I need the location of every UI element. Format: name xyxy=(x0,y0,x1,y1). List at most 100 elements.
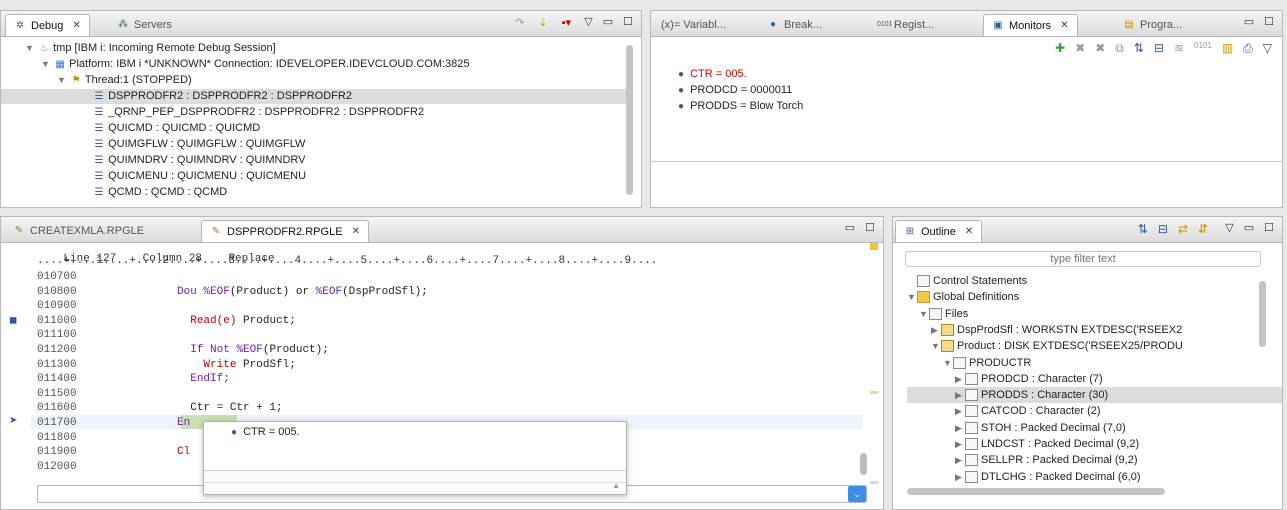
outline-item[interactable]: ▶ LNDCST : Packed Decimal (9,2) xyxy=(955,436,1139,452)
outline-item[interactable]: ▶ DspProdSfl : WORKSTN EXTDESC('RSEEX2 xyxy=(931,322,1182,338)
sort-icon[interactable]: ⇅ xyxy=(1138,222,1148,236)
binary-icon[interactable]: 0101 xyxy=(1194,41,1212,56)
close-icon[interactable]: ✕ xyxy=(352,226,360,237)
tab-breakpoints[interactable]: ● Break... xyxy=(759,14,830,36)
scroll-up-icon[interactable]: ▲ xyxy=(612,481,620,490)
stack-frame[interactable]: ☰ QUIMGFLW : QUIMGFLW : QUIMGFLW xyxy=(93,137,306,152)
tab-servers[interactable]: ⁂ Servers xyxy=(109,14,180,36)
code-line[interactable]: Ctr = Ctr + 1; xyxy=(111,402,282,414)
expand-arrow-icon[interactable]: ▼ xyxy=(907,289,917,305)
step-over-icon[interactable]: ↷ xyxy=(515,16,524,29)
expand-arrow-icon[interactable]: ▼ xyxy=(943,355,953,371)
code-line[interactable]: Dou %EOF(Product) or %EOF(DspProdSfl); xyxy=(111,286,428,298)
outline-item[interactable]: ▶ SELLPR : Packed Decimal (9,2) xyxy=(955,452,1138,468)
outline-vertical-scrollbar[interactable] xyxy=(1259,281,1266,347)
close-icon[interactable]: ✕ xyxy=(1060,20,1068,31)
maximize-icon[interactable]: ☐ xyxy=(623,15,633,28)
debug-scrollbar[interactable] xyxy=(626,45,633,195)
stack-frame[interactable]: ☰ QUIMNDRV : QUIMNDRV : QUIMNDRV xyxy=(93,153,306,168)
outline-item[interactable]: ▶ CATCOD : Character (2) xyxy=(955,403,1101,419)
outline-filter-input[interactable] xyxy=(905,251,1261,267)
maximize-icon[interactable]: ☐ xyxy=(1264,221,1274,234)
hover-popup-item[interactable]: ● CTR = 005. xyxy=(228,426,300,439)
view-menu-icon[interactable]: ▽ xyxy=(584,15,592,28)
code-line[interactable]: Write ProdSfl; xyxy=(111,359,295,371)
view-menu-icon[interactable]: ▽ xyxy=(1225,221,1233,234)
command-dropdown-button[interactable]: ⌄ xyxy=(848,486,866,502)
tab-variables[interactable]: (x)= Variabl... xyxy=(653,14,734,36)
code-line[interactable]: En xyxy=(111,417,190,429)
outline-item-selected[interactable]: ▶ PRODDS : Character (30) xyxy=(907,387,1282,404)
tab-debug[interactable]: ✲ Debug ✕ xyxy=(5,14,90,36)
stack-frame[interactable]: ☰ QCMD : QCMD : QCMD xyxy=(93,185,228,200)
terminate-icon[interactable]: ▪▾ xyxy=(562,16,571,29)
minimize-icon[interactable]: ▭ xyxy=(845,221,855,234)
minimize-icon[interactable]: ▭ xyxy=(1244,15,1254,28)
minimize-icon[interactable]: ▭ xyxy=(603,15,613,28)
tab-outline[interactable]: ⊞ Outline ✕ xyxy=(895,220,983,242)
sort-icon[interactable]: ⇅ xyxy=(1134,41,1144,56)
outline-item[interactable]: Control Statements xyxy=(907,273,1027,289)
monitor-item-prodds[interactable]: ● PRODDS = Blow Torch xyxy=(675,99,803,114)
expand-arrow-icon[interactable]: ▼ xyxy=(41,57,51,72)
expand-arrow-icon[interactable]: ▶ xyxy=(955,420,965,436)
copy-icon[interactable]: ⧉ xyxy=(1115,41,1124,56)
expand-arrow-icon[interactable]: ▼ xyxy=(931,338,941,354)
view-menu-icon[interactable]: ▽ xyxy=(1263,41,1272,56)
outline-item[interactable]: ▶ STOH : Packed Decimal (7,0) xyxy=(955,420,1126,436)
tab-programs[interactable]: ▤ Progra... xyxy=(1115,14,1190,36)
popup-scrollbar[interactable]: ▲ xyxy=(204,481,626,492)
tab-createxmla[interactable]: ✎ CREATEXMLA.RPGLE xyxy=(5,220,152,242)
expand-arrow-icon[interactable]: ▶ xyxy=(955,469,965,485)
add-monitor-icon[interactable]: ✚ xyxy=(1055,41,1065,56)
tree-item-platform[interactable]: ▼ ▦ Platform: IBM i *UNKNOWN* Connection… xyxy=(41,57,470,72)
maximize-icon[interactable]: ☐ xyxy=(865,221,875,234)
layout-icon[interactable]: ▥ xyxy=(1222,41,1233,56)
expand-arrow-icon[interactable]: ▼ xyxy=(57,73,67,88)
close-icon[interactable]: ✕ xyxy=(965,226,973,237)
minimize-icon[interactable]: ▭ xyxy=(1244,221,1254,234)
code-line[interactable]: Cl xyxy=(111,446,190,458)
print-icon[interactable]: ⎙ xyxy=(1243,41,1253,56)
outline-item[interactable]: ▼ Files xyxy=(919,306,968,322)
expand-arrow-icon[interactable]: ▶ xyxy=(955,387,965,403)
filter-icon[interactable]: ⇵ xyxy=(1198,222,1208,236)
stack-frame-selected[interactable]: ☰ DSPPRODFR2 : DSPPRODFR2 : DSPPRODFR2 xyxy=(1,89,629,104)
expand-arrow-icon[interactable]: ▶ xyxy=(955,403,965,419)
monitor-item-prodcd[interactable]: ● PRODCD = 0000011 xyxy=(675,83,792,98)
outline-item[interactable]: ▼ Global Definitions xyxy=(907,289,1019,305)
outline-item[interactable]: ▼ Product : DISK EXTDESC('RSEEX25/PRODU xyxy=(931,338,1183,354)
expand-arrow-icon[interactable]: ▼ xyxy=(25,41,35,56)
maximize-icon[interactable]: ☐ xyxy=(1264,15,1274,28)
monitor-item-ctr[interactable]: ● CTR = 005. xyxy=(675,67,747,82)
collapse-all-icon[interactable]: ⊟ xyxy=(1158,222,1168,236)
stack-frame[interactable]: ☰ QUICMD : QUICMD : QUICMD xyxy=(93,121,261,136)
collapse-icon[interactable]: ⊟ xyxy=(1154,41,1164,56)
expand-arrow-icon[interactable]: ▶ xyxy=(955,436,965,452)
link-editor-icon[interactable]: ⇄ xyxy=(1178,222,1188,236)
expand-arrow-icon[interactable]: ▼ xyxy=(919,306,929,322)
code-line[interactable]: EndIf; xyxy=(111,373,230,385)
editor-scrollbar[interactable] xyxy=(860,453,867,475)
outline-item[interactable]: ▶ DTLCHG : Packed Decimal (6,0) xyxy=(955,469,1141,485)
outline-horizontal-scrollbar[interactable] xyxy=(907,488,1165,495)
close-icon[interactable]: ✕ xyxy=(72,20,80,31)
code-line[interactable]: If Not %EOF(Product); xyxy=(111,344,329,356)
tree-item-session[interactable]: ▼ ♨ tmp [IBM i: Incoming Remote Debug Se… xyxy=(25,41,276,56)
stack-frame[interactable]: ☰ QUICMENU : QUICMENU : QUICMENU xyxy=(93,169,307,184)
remove-all-icon[interactable]: ✖ xyxy=(1095,41,1105,56)
tab-monitors[interactable]: ▣ Monitors ✕ xyxy=(983,14,1078,36)
tree-item-thread[interactable]: ▼ ⚑ Thread:1 (STOPPED) xyxy=(57,73,192,88)
code-line[interactable]: Read(e) Product; xyxy=(111,315,296,327)
step-into-icon[interactable]: ⇣ xyxy=(538,16,547,29)
expand-arrow-icon[interactable]: ▶ xyxy=(955,371,965,387)
outline-item[interactable]: ▶ PRODCD : Character (7) xyxy=(955,371,1103,387)
hex-icon[interactable]: ≋ xyxy=(1174,41,1184,56)
expand-arrow-icon[interactable]: ▶ xyxy=(955,452,965,468)
expand-arrow-icon[interactable]: ▶ xyxy=(931,322,941,338)
tab-dspprodfr2[interactable]: ✎ DSPPRODFR2.RPGLE ✕ xyxy=(201,220,369,242)
remove-icon[interactable]: ✖ xyxy=(1075,41,1085,56)
stack-frame[interactable]: ☰ _QRNP_PEP_DSPPRODFR2 : DSPPRODFR2 : DS… xyxy=(93,105,425,120)
outline-item[interactable]: ▼ PRODUCTR xyxy=(943,355,1031,371)
tab-registers[interactable]: 0101 Regist... xyxy=(869,14,942,36)
